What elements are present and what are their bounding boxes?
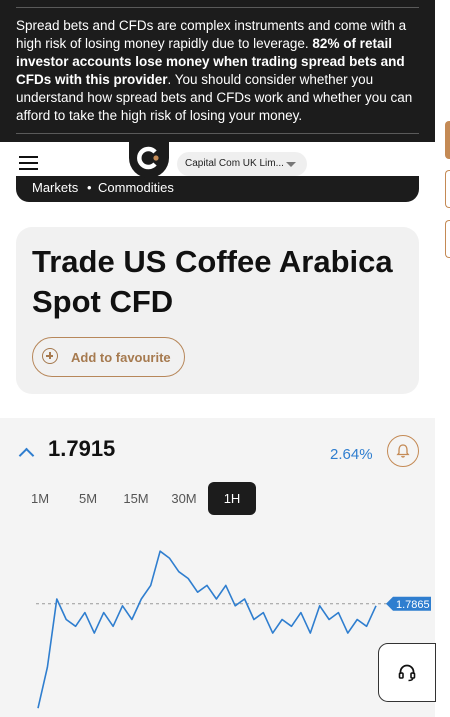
breadcrumb-commodities[interactable]: Commodities — [98, 180, 174, 195]
breadcrumb-separator: • — [87, 180, 92, 195]
divider — [16, 7, 419, 8]
plus-circle-icon — [42, 348, 58, 364]
price-alert-button[interactable] — [387, 435, 419, 467]
timeframe-button-1m[interactable]: 1M — [24, 482, 56, 515]
chevron-down-icon — [286, 162, 296, 167]
price-series-line — [37, 550, 377, 709]
side-tab[interactable] — [445, 220, 450, 258]
entity-selector[interactable]: Capital Com UK Lim... — [177, 152, 307, 176]
current-value-text: 1.7865 — [396, 599, 430, 611]
side-tab[interactable] — [445, 121, 450, 159]
hamburger-icon[interactable] — [19, 156, 38, 170]
side-tab[interactable] — [445, 170, 450, 208]
divider — [16, 133, 419, 134]
price-change: 2.64% — [330, 446, 373, 463]
timeframe-button-30m[interactable]: 30M — [167, 482, 201, 515]
price-chart[interactable]: 1.7865 — [0, 535, 435, 717]
entity-selector-label: Capital Com UK Lim... — [185, 158, 284, 169]
current-value-label: 1.7865 — [386, 596, 431, 611]
current-price: 1.7915 — [48, 436, 116, 461]
bell-icon — [396, 444, 410, 458]
breadcrumb-markets[interactable]: Markets — [32, 180, 78, 195]
support-button[interactable] — [378, 643, 436, 702]
timeframe-button-15m[interactable]: 15M — [119, 482, 153, 515]
timeframe-button-5m[interactable]: 5M — [71, 482, 105, 515]
logo-icon — [137, 146, 159, 170]
page-title: Trade US Coffee Arabica Spot CFD — [32, 244, 393, 319]
instrument-card: Trade US Coffee Arabica Spot CFD Add to … — [16, 227, 419, 394]
risk-warning-banner: Spread bets and CFDs are complex instrum… — [0, 0, 435, 142]
risk-warning-text: Spread bets and CFDs are complex instrum… — [16, 18, 413, 123]
headset-icon — [398, 664, 416, 682]
timeframe-button-1h[interactable]: 1H — [208, 482, 256, 515]
add-to-favourite-button[interactable]: Add to favourite — [32, 337, 185, 377]
logo[interactable] — [129, 138, 169, 178]
price-chart-section: 1.7915 2.64% 1M 5M 15M 30M 1H 1.7865 — [0, 418, 435, 717]
add-to-favourite-label: Add to favourite — [71, 350, 171, 365]
breadcrumb: Markets • Commodities — [16, 176, 419, 202]
chevron-up-icon — [18, 447, 35, 464]
